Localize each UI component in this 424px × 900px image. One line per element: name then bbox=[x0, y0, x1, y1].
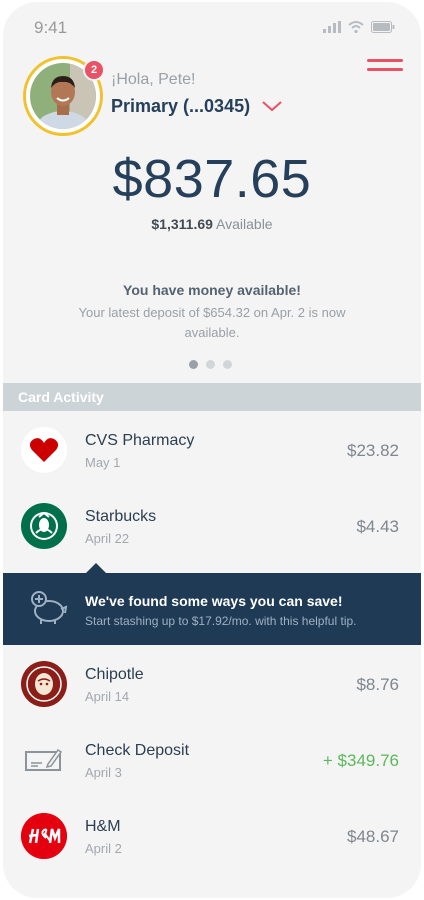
transaction-date: April 3 bbox=[85, 765, 122, 780]
transaction-date: April 2 bbox=[85, 841, 122, 856]
transaction-row[interactable]: H&M April 2 $48.67 bbox=[3, 797, 421, 873]
merchant-name: CVS Pharmacy bbox=[85, 432, 195, 449]
chipotle-logo bbox=[21, 661, 67, 707]
transaction-amount: $23.82 bbox=[347, 441, 399, 460]
merchant-name: Check Deposit bbox=[85, 742, 190, 759]
banner-text: Start stashing up to $17.92/mo. with thi… bbox=[85, 614, 357, 628]
card-activity-header: Card Activity bbox=[3, 383, 421, 411]
account-label: Primary (...0345) bbox=[111, 96, 251, 116]
menu-icon[interactable] bbox=[367, 59, 403, 79]
transaction-amount: $4.43 bbox=[356, 517, 399, 536]
carousel-dots[interactable] bbox=[189, 360, 232, 369]
transaction-date: April 22 bbox=[85, 531, 130, 546]
transaction-date: May 1 bbox=[85, 455, 121, 470]
transaction-row[interactable]: CVS Pharmacy May 1 $23.82 bbox=[3, 411, 421, 487]
starbucks-logo bbox=[21, 503, 67, 549]
check-icon bbox=[21, 737, 67, 783]
carousel-dot[interactable] bbox=[223, 360, 232, 369]
piggy-bank-icon bbox=[31, 591, 68, 624]
savings-tip-banner[interactable]: We've found some ways you can save! Star… bbox=[3, 573, 421, 645]
heart-icon bbox=[21, 427, 67, 473]
available-amount: $1,311.69 bbox=[151, 216, 213, 232]
hm-logo bbox=[21, 813, 67, 859]
carousel-dot[interactable] bbox=[189, 360, 198, 369]
transaction-date: April 14 bbox=[85, 689, 130, 704]
account-selector[interactable]: Primary (...0345) bbox=[111, 96, 282, 117]
battery-icon bbox=[371, 21, 395, 33]
carousel-dot[interactable] bbox=[206, 360, 215, 369]
section-title: Card Activity bbox=[18, 389, 104, 405]
wifi-icon bbox=[348, 21, 364, 33]
transaction-amount: + $349.76 bbox=[322, 751, 399, 770]
notification-badge: 2 bbox=[83, 59, 105, 81]
promo-text: Your latest deposit of $654.32 on Apr. 2… bbox=[78, 305, 346, 340]
signal-icon bbox=[323, 21, 341, 33]
banner-title: We've found some ways you can save! bbox=[85, 593, 343, 609]
balance-amount: $837.65 bbox=[112, 149, 312, 209]
status-bar: 9:41 bbox=[3, 2, 421, 46]
transaction-amount: $48.67 bbox=[347, 827, 399, 846]
transaction-row[interactable]: Chipotle April 14 $8.76 bbox=[3, 645, 421, 721]
greeting-text: ¡Hola, Pete! bbox=[111, 71, 196, 88]
merchant-name: H&M bbox=[85, 818, 121, 835]
status-time: 9:41 bbox=[34, 18, 68, 37]
available-balance: $1,311.69 Available bbox=[3, 216, 421, 232]
banner-pointer bbox=[86, 563, 106, 573]
available-label: Available bbox=[216, 216, 273, 232]
transaction-row[interactable]: Check Deposit April 3 + $349.76 bbox=[3, 721, 421, 797]
phone-screen: 9:41 2 ¡Hola, Pete! Primary (...0345) $8… bbox=[3, 2, 421, 898]
merchant-name: Starbucks bbox=[85, 508, 157, 525]
merchant-name: Chipotle bbox=[85, 666, 144, 683]
status-icons bbox=[323, 21, 395, 33]
promo-title: You have money available! bbox=[123, 282, 301, 298]
transaction-row[interactable]: Starbucks April 22 $4.43 bbox=[3, 487, 421, 563]
transaction-amount: $8.76 bbox=[356, 675, 399, 694]
chevron-down-icon bbox=[262, 101, 282, 112]
